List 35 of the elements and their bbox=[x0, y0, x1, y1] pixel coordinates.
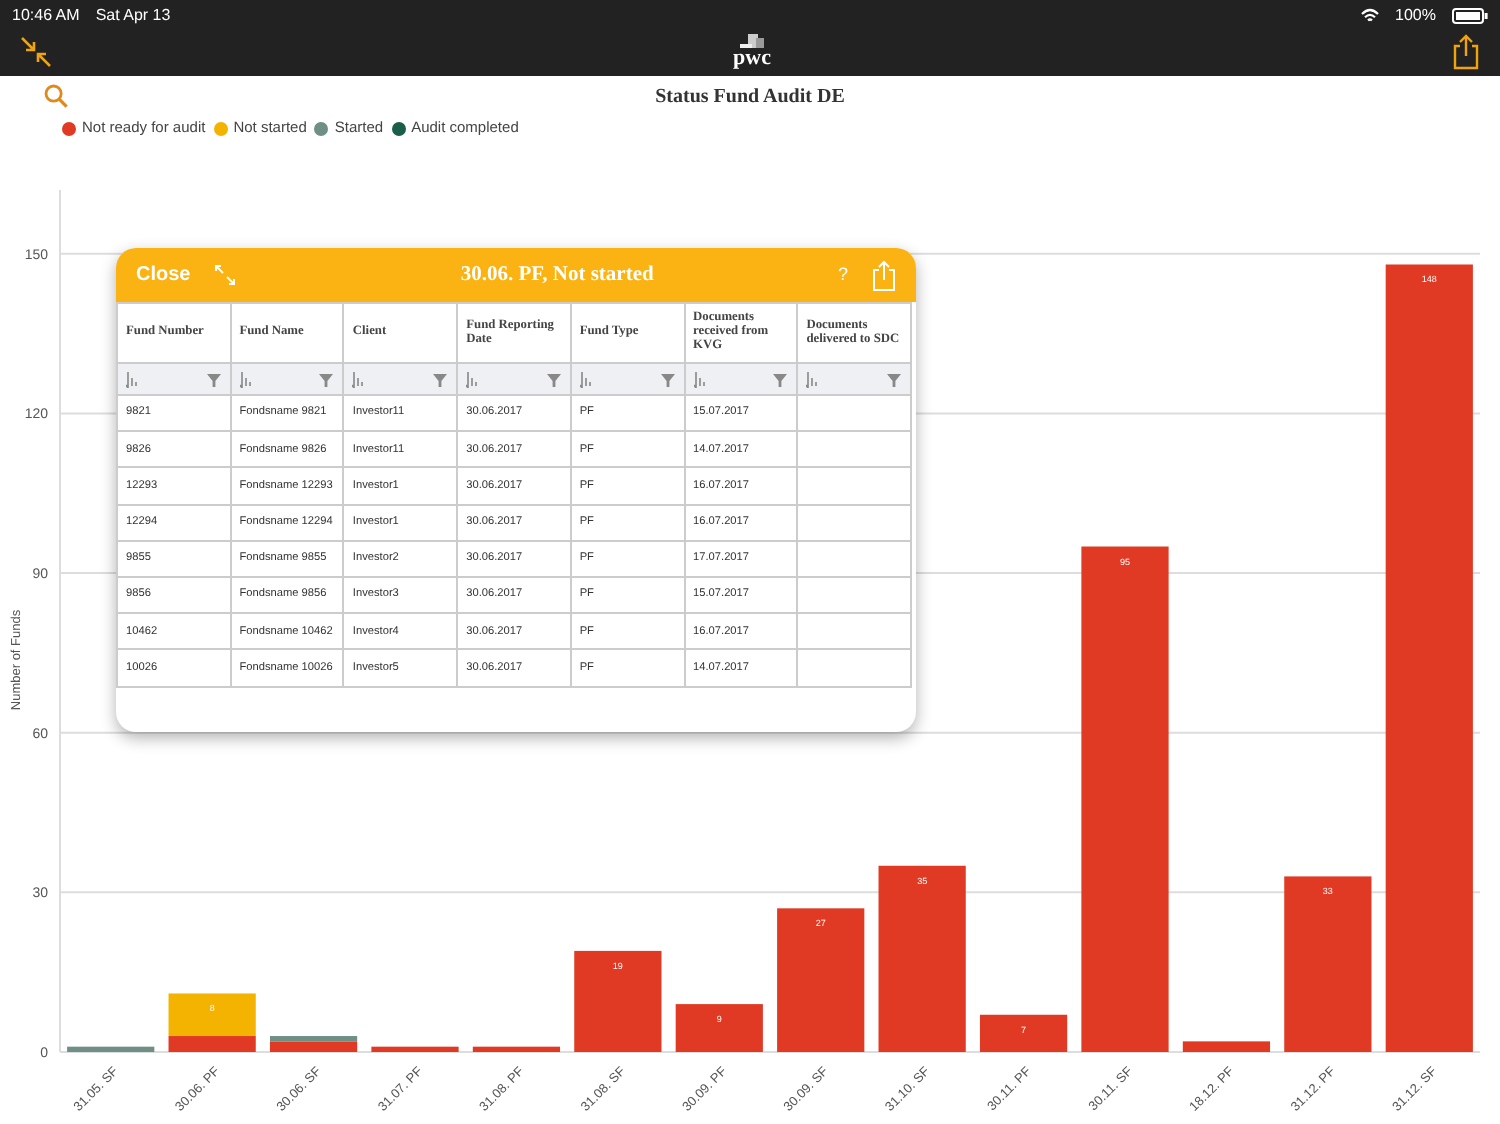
bar bbox=[675, 1004, 763, 1052]
bar bbox=[574, 950, 662, 1052]
bar bbox=[67, 1046, 155, 1052]
filter-icon[interactable] bbox=[772, 371, 789, 387]
sort-icon[interactable] bbox=[579, 371, 594, 387]
sort-icon[interactable] bbox=[466, 371, 481, 387]
bar bbox=[777, 908, 865, 1052]
status-time: 10:46 AM bbox=[12, 4, 80, 28]
search-icon[interactable] bbox=[44, 84, 68, 108]
sort-icon[interactable] bbox=[693, 371, 708, 387]
bar bbox=[371, 1046, 459, 1052]
bar bbox=[1182, 1041, 1271, 1052]
share-icon[interactable] bbox=[1451, 34, 1480, 70]
logo-mark-icon bbox=[737, 34, 766, 48]
filter-icon[interactable] bbox=[659, 371, 676, 387]
sort-icon[interactable] bbox=[352, 371, 367, 387]
logo-text: pwc bbox=[733, 48, 771, 70]
filter-icon[interactable] bbox=[318, 371, 335, 387]
sort-icon[interactable] bbox=[806, 371, 821, 387]
popup-title: 30.06. PF, Not started bbox=[458, 261, 656, 290]
filter-icon[interactable] bbox=[205, 371, 222, 387]
bar bbox=[472, 1046, 561, 1052]
expand-icon[interactable] bbox=[214, 264, 237, 286]
battery-percent: 100% bbox=[1395, 4, 1436, 28]
bar bbox=[979, 1014, 1068, 1052]
filter-icon[interactable] bbox=[432, 371, 449, 387]
collapse-icon[interactable] bbox=[20, 36, 52, 68]
sort-icon[interactable] bbox=[126, 371, 140, 387]
wifi-icon bbox=[1359, 8, 1380, 24]
filter-icon[interactable] bbox=[545, 371, 562, 387]
battery-icon bbox=[1452, 8, 1488, 24]
sort-icon[interactable] bbox=[239, 371, 254, 387]
status-date: Sat Apr 13 bbox=[95, 4, 171, 28]
filter-icon[interactable] bbox=[886, 371, 902, 387]
chart-title: Status Fund Audit DE bbox=[653, 83, 847, 111]
